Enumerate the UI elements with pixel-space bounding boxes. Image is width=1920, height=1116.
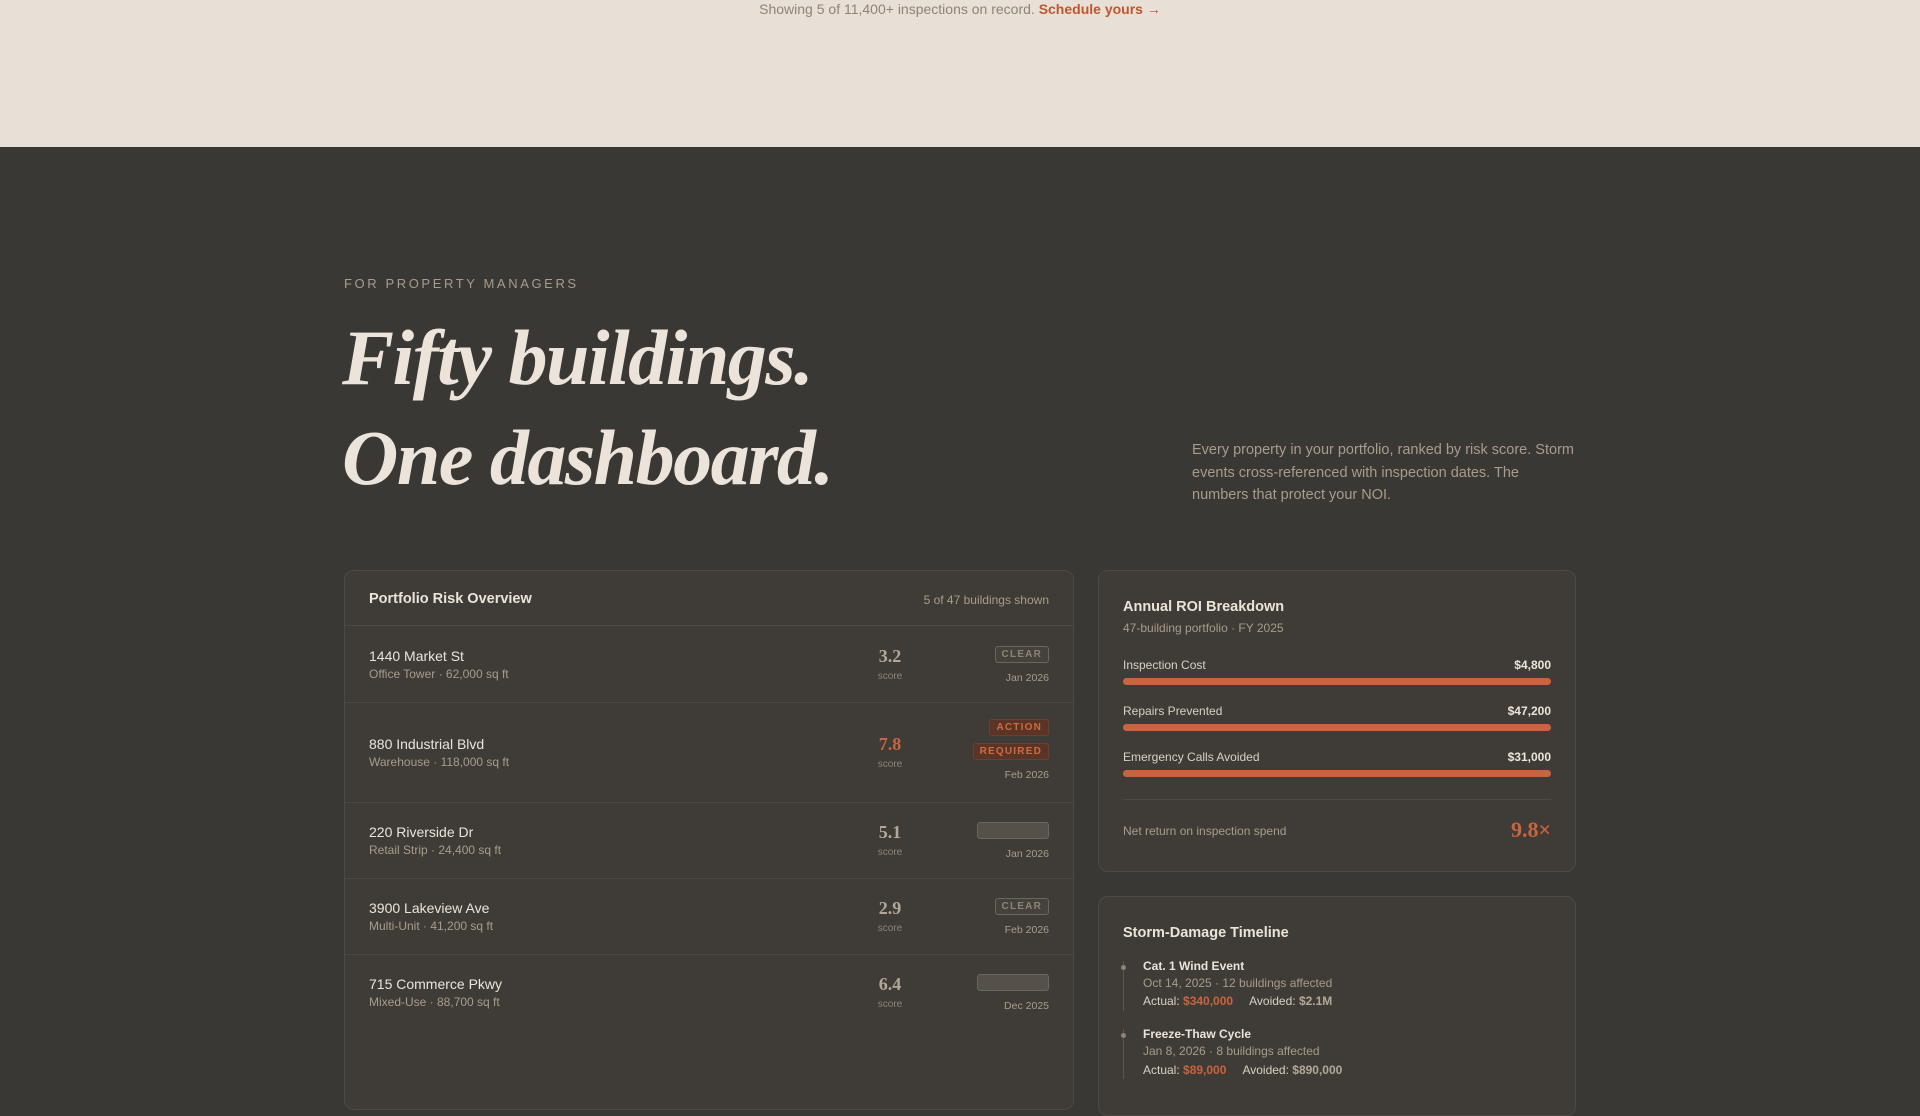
roi-item-value: $4,800 — [1514, 658, 1551, 672]
actual-label: Actual: — [1143, 1063, 1180, 1077]
storm-event-meta: Oct 14, 2025 · 12 buildings affected — [1143, 976, 1333, 990]
risk-panel-header: Portfolio Risk Overview 5 of 47 building… — [345, 571, 1073, 626]
roi-divider — [1123, 799, 1551, 800]
inspection-date: Jan 2026 — [1005, 848, 1049, 860]
risk-score: 5.1 — [878, 822, 902, 842]
status-badge: CLEAR — [994, 898, 1049, 915]
inspection-date: Feb 2026 — [1004, 769, 1049, 781]
eyebrow-label: FOR PROPERTY MANAGERS — [344, 276, 579, 291]
building-row[interactable]: 3900 Lakeview Ave Multi-Unit · 41,200 sq… — [345, 879, 1073, 955]
building-name: 220 Riverside Dr — [369, 824, 474, 840]
building-row[interactable]: 220 Riverside Dr Retail Strip · 24,400 s… — [345, 803, 1073, 879]
top-band: Showing 5 of 11,400+ inspections on reco… — [0, 0, 1920, 147]
status-badge — [977, 974, 1049, 991]
inspections-note-text: Showing 5 of 11,400+ inspections on reco… — [759, 1, 1039, 17]
storm-timeline-panel: Storm-Damage Timeline Cat. 1 Wind Event … — [1098, 896, 1576, 1116]
storm-event-costs: Actual: $89,000 Avoided: $890,000 — [1143, 1063, 1342, 1077]
avoided-label: Avoided: — [1249, 994, 1296, 1008]
building-meta: Mixed-Use · 88,700 sq ft — [369, 995, 500, 1009]
building-meta: Multi-Unit · 41,200 sq ft — [369, 919, 494, 933]
risk-score: 6.4 — [878, 974, 902, 994]
net-return-value: 9.8× — [1510, 817, 1551, 842]
building-name: 715 Commerce Pkwy — [369, 976, 503, 992]
building-row[interactable]: 1440 Market St Office Tower · 62,000 sq … — [345, 627, 1073, 703]
timeline-dot — [1121, 1033, 1126, 1038]
storm-event-name: Cat. 1 Wind Event — [1143, 959, 1245, 973]
risk-score: 3.2 — [878, 646, 902, 666]
actual-cost: $89,000 — [1183, 1063, 1227, 1077]
roi-breakdown-panel: Annual ROI Breakdown 47-building portfol… — [1098, 570, 1576, 872]
portfolio-risk-panel: Portfolio Risk Overview 5 of 47 building… — [344, 570, 1074, 1110]
roi-bar-track — [1123, 770, 1551, 777]
avoided-cost: $2.1M — [1298, 994, 1333, 1008]
roi-title: Annual ROI Breakdown — [1123, 599, 1285, 615]
risk-score: 2.9 — [878, 898, 902, 918]
risk-panel-title: Portfolio Risk Overview — [369, 591, 532, 607]
inspection-date: Feb 2026 — [1004, 924, 1049, 936]
building-row[interactable]: 880 Industrial Blvd Warehouse · 118,000 … — [345, 703, 1073, 803]
hero-intro: Every property in your portfolio, ranked… — [1192, 442, 1574, 503]
building-meta: Office Tower · 62,000 sq ft — [369, 667, 509, 681]
storm-timeline-title: Storm-Damage Timeline — [1123, 925, 1289, 941]
roi-bar-track — [1123, 724, 1551, 731]
building-meta: Warehouse · 118,000 sq ft — [369, 755, 510, 769]
roi-item-label: Emergency Calls Avoided — [1123, 750, 1260, 764]
score-label: score — [877, 759, 903, 770]
roi-item-label: Inspection Cost — [1123, 658, 1206, 672]
building-name: 1440 Market St — [369, 648, 464, 664]
actual-label: Actual: — [1143, 994, 1180, 1008]
score-label: score — [877, 999, 903, 1010]
building-row[interactable]: 715 Commerce Pkwy Mixed-Use · 88,700 sq … — [345, 955, 1073, 1031]
status-badge-required: REQUIRED — [972, 743, 1049, 760]
avoided-label: Avoided: — [1242, 1063, 1289, 1077]
timeline-dot — [1121, 965, 1126, 970]
inspection-date: Dec 2025 — [1004, 1000, 1049, 1012]
inspections-note: Showing 5 of 11,400+ inspections on reco… — [0, 1, 1920, 17]
roi-bar-fill — [1123, 770, 1551, 777]
building-meta: Retail Strip · 24,400 sq ft — [369, 843, 502, 857]
buildings-count: 5 of 47 buildings shown — [923, 593, 1049, 607]
storm-event-meta: Jan 8, 2026 · 8 buildings affected — [1143, 1044, 1320, 1058]
roi-bar-fill — [1123, 678, 1551, 685]
risk-score: 7.8 — [878, 734, 902, 754]
roi-item-value: $47,200 — [1507, 704, 1551, 718]
headline-line-1: Fifty buildings. — [342, 314, 814, 401]
roi-bar-fill — [1123, 724, 1551, 731]
score-label: score — [877, 923, 903, 934]
avoided-cost: $890,000 — [1292, 1063, 1343, 1077]
roi-bar-track — [1123, 678, 1551, 685]
storm-event-name: Freeze-Thaw Cycle — [1143, 1027, 1252, 1041]
building-name: 880 Industrial Blvd — [369, 736, 485, 752]
actual-cost: $340,000 — [1183, 994, 1234, 1008]
building-name: 3900 Lakeview Ave — [369, 900, 490, 916]
net-return-label: Net return on inspection spend — [1123, 824, 1287, 838]
headline-line-2: One dashboard. — [342, 414, 834, 501]
inspection-date: Jan 2026 — [1005, 672, 1049, 684]
roi-item-value: $31,000 — [1507, 750, 1551, 764]
storm-event-costs: Actual: $340,000 Avoided: $2.1M — [1143, 994, 1332, 1008]
roi-subtitle: 47-building portfolio · FY 2025 — [1123, 621, 1284, 635]
status-badge: CLEAR — [994, 646, 1049, 663]
hero-headline: Fifty buildings. One dashboard. — [342, 308, 834, 508]
status-badge-action: ACTION — [989, 719, 1049, 736]
score-label: score — [877, 847, 903, 858]
score-label: score — [877, 671, 903, 682]
schedule-link[interactable]: Schedule yours → — [1039, 1, 1161, 17]
status-badge — [977, 822, 1049, 839]
roi-item-label: Repairs Prevented — [1123, 704, 1223, 718]
